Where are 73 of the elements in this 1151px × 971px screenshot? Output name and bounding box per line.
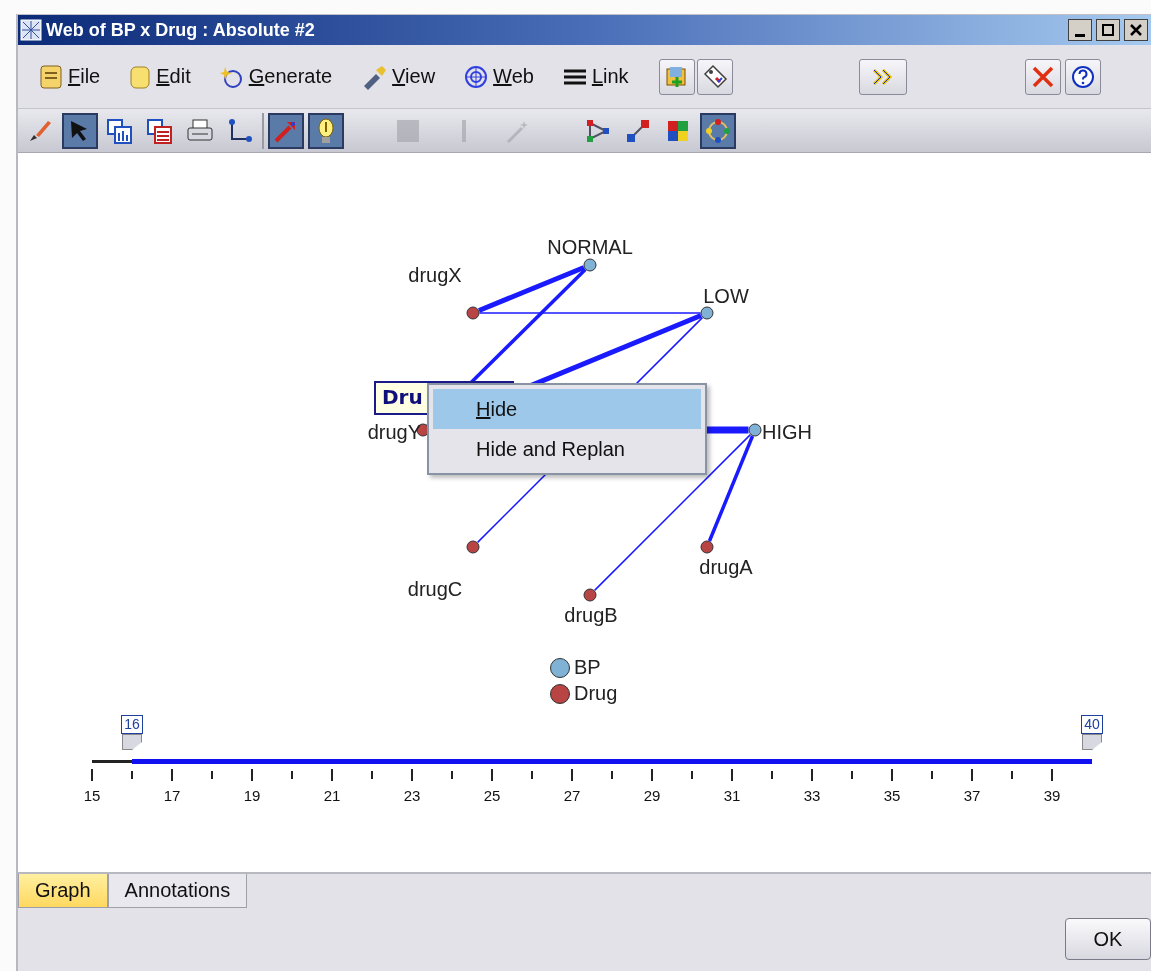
node[interactable]	[583, 588, 597, 602]
legend-label: Drug	[574, 682, 618, 705]
node-label: drugC	[407, 577, 463, 601]
window-title: Web of BP x Drug : Absolute #2	[46, 19, 316, 41]
menu-item[interactable]: View	[354, 59, 442, 94]
tag-button[interactable]	[696, 58, 733, 95]
tick-label: 25	[483, 787, 501, 804]
node[interactable]	[700, 540, 714, 554]
node-label: drugA	[699, 555, 753, 579]
double-chevron-icon	[870, 66, 895, 87]
legend-label: BP	[574, 656, 601, 679]
node[interactable]	[748, 423, 762, 437]
menu-item[interactable]: Link	[555, 61, 635, 92]
bar-chart-icon	[106, 116, 134, 145]
tag-icon	[701, 63, 728, 90]
node-label: NORMAL	[547, 235, 633, 259]
tick-label: 33	[803, 787, 821, 804]
toolbar-button[interactable]	[268, 112, 304, 149]
slider-thumb[interactable]: 16	[110, 715, 154, 750]
maximize-icon	[1101, 23, 1115, 37]
circle-nodes-icon	[705, 117, 731, 144]
tick-label: 19	[243, 787, 261, 804]
tick-label: 35	[883, 787, 901, 804]
connector-icon	[226, 116, 254, 145]
toolbar-button[interactable]	[308, 112, 344, 149]
expand-button[interactable]	[858, 58, 907, 95]
node-label: drugB	[564, 603, 618, 627]
table-icon	[146, 116, 174, 145]
tab[interactable]: Annotations	[107, 874, 248, 908]
toolbar-button[interactable]	[700, 112, 736, 149]
node[interactable]	[700, 306, 714, 320]
minimize-button[interactable]	[1068, 19, 1092, 41]
maximize-button[interactable]	[1096, 19, 1120, 41]
tick-label: 17	[163, 787, 181, 804]
tick-label: 23	[403, 787, 421, 804]
node[interactable]	[583, 258, 597, 272]
color-squares-icon	[667, 119, 689, 142]
tick-label: 15	[83, 787, 101, 804]
lightbulb-icon	[316, 116, 336, 145]
tick-label: 21	[323, 787, 341, 804]
slider-thumb[interactable]: 40	[1070, 715, 1114, 750]
menu-item[interactable]: Edit	[122, 59, 197, 94]
tick-label: 29	[643, 787, 661, 804]
node-label: drugX	[408, 263, 462, 287]
close-button[interactable]	[1124, 19, 1148, 41]
node[interactable]	[466, 540, 480, 554]
node-label: LOW	[703, 284, 749, 308]
menu-item[interactable]: File	[32, 59, 107, 94]
context-menu-item[interactable]: Hide and Replan	[433, 429, 701, 469]
link-icon	[626, 118, 650, 143]
tick-label: 37	[963, 787, 981, 804]
cancel-button[interactable]	[1024, 58, 1061, 95]
help-icon	[1070, 64, 1095, 89]
toolbar-button[interactable]	[62, 112, 98, 149]
bar-icon	[460, 117, 468, 144]
tick-label: 31	[723, 787, 741, 804]
node[interactable]	[466, 306, 480, 320]
context-menu-item[interactable]: Hide	[433, 389, 701, 429]
tick-label: 27	[563, 787, 581, 804]
square-icon	[395, 117, 421, 144]
printer-icon	[186, 117, 214, 144]
ok-button[interactable]: OK	[1065, 918, 1151, 960]
menu-item[interactable]: Web	[457, 59, 540, 94]
tab[interactable]: Graph	[18, 874, 108, 908]
tick-label: 39	[1043, 787, 1061, 804]
node-label: HIGH	[762, 420, 812, 444]
graph-icon	[585, 118, 611, 143]
menu-item[interactable]: Generate	[212, 59, 339, 94]
close-icon	[1129, 23, 1143, 37]
close-icon	[1030, 64, 1055, 89]
help-button[interactable]	[1064, 58, 1101, 95]
minimize-icon	[1075, 33, 1085, 37]
image-plus-icon	[664, 64, 689, 89]
